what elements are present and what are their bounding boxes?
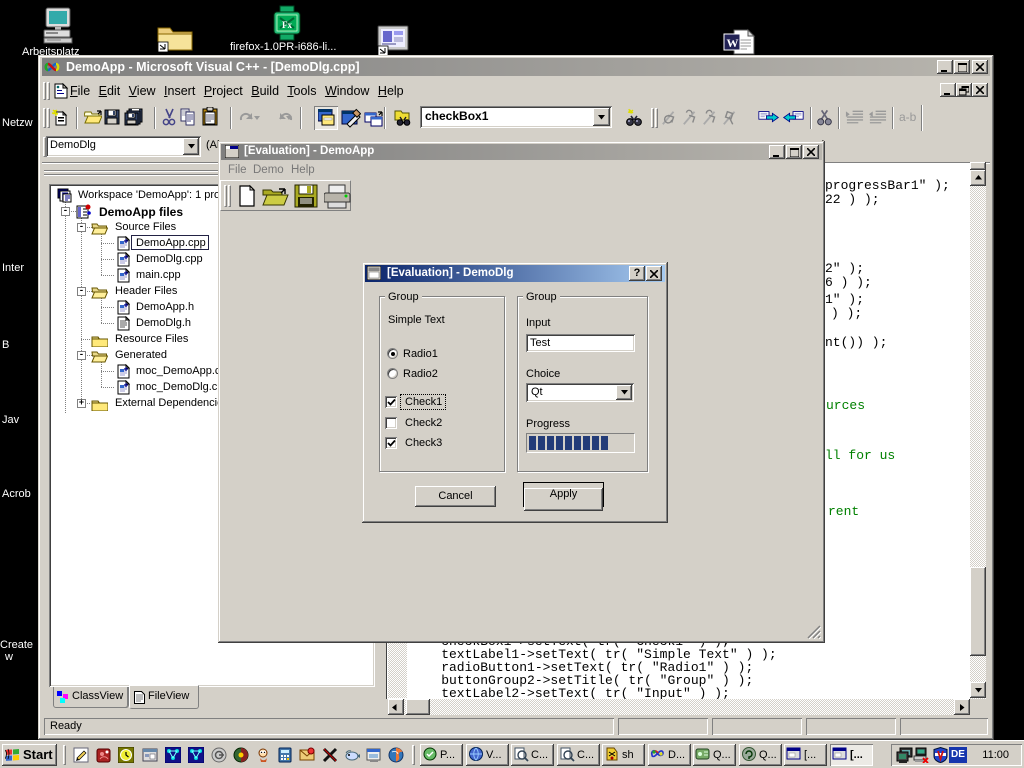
svg-text:Fx: Fx bbox=[282, 20, 292, 30]
svg-text:W: W bbox=[727, 36, 739, 50]
